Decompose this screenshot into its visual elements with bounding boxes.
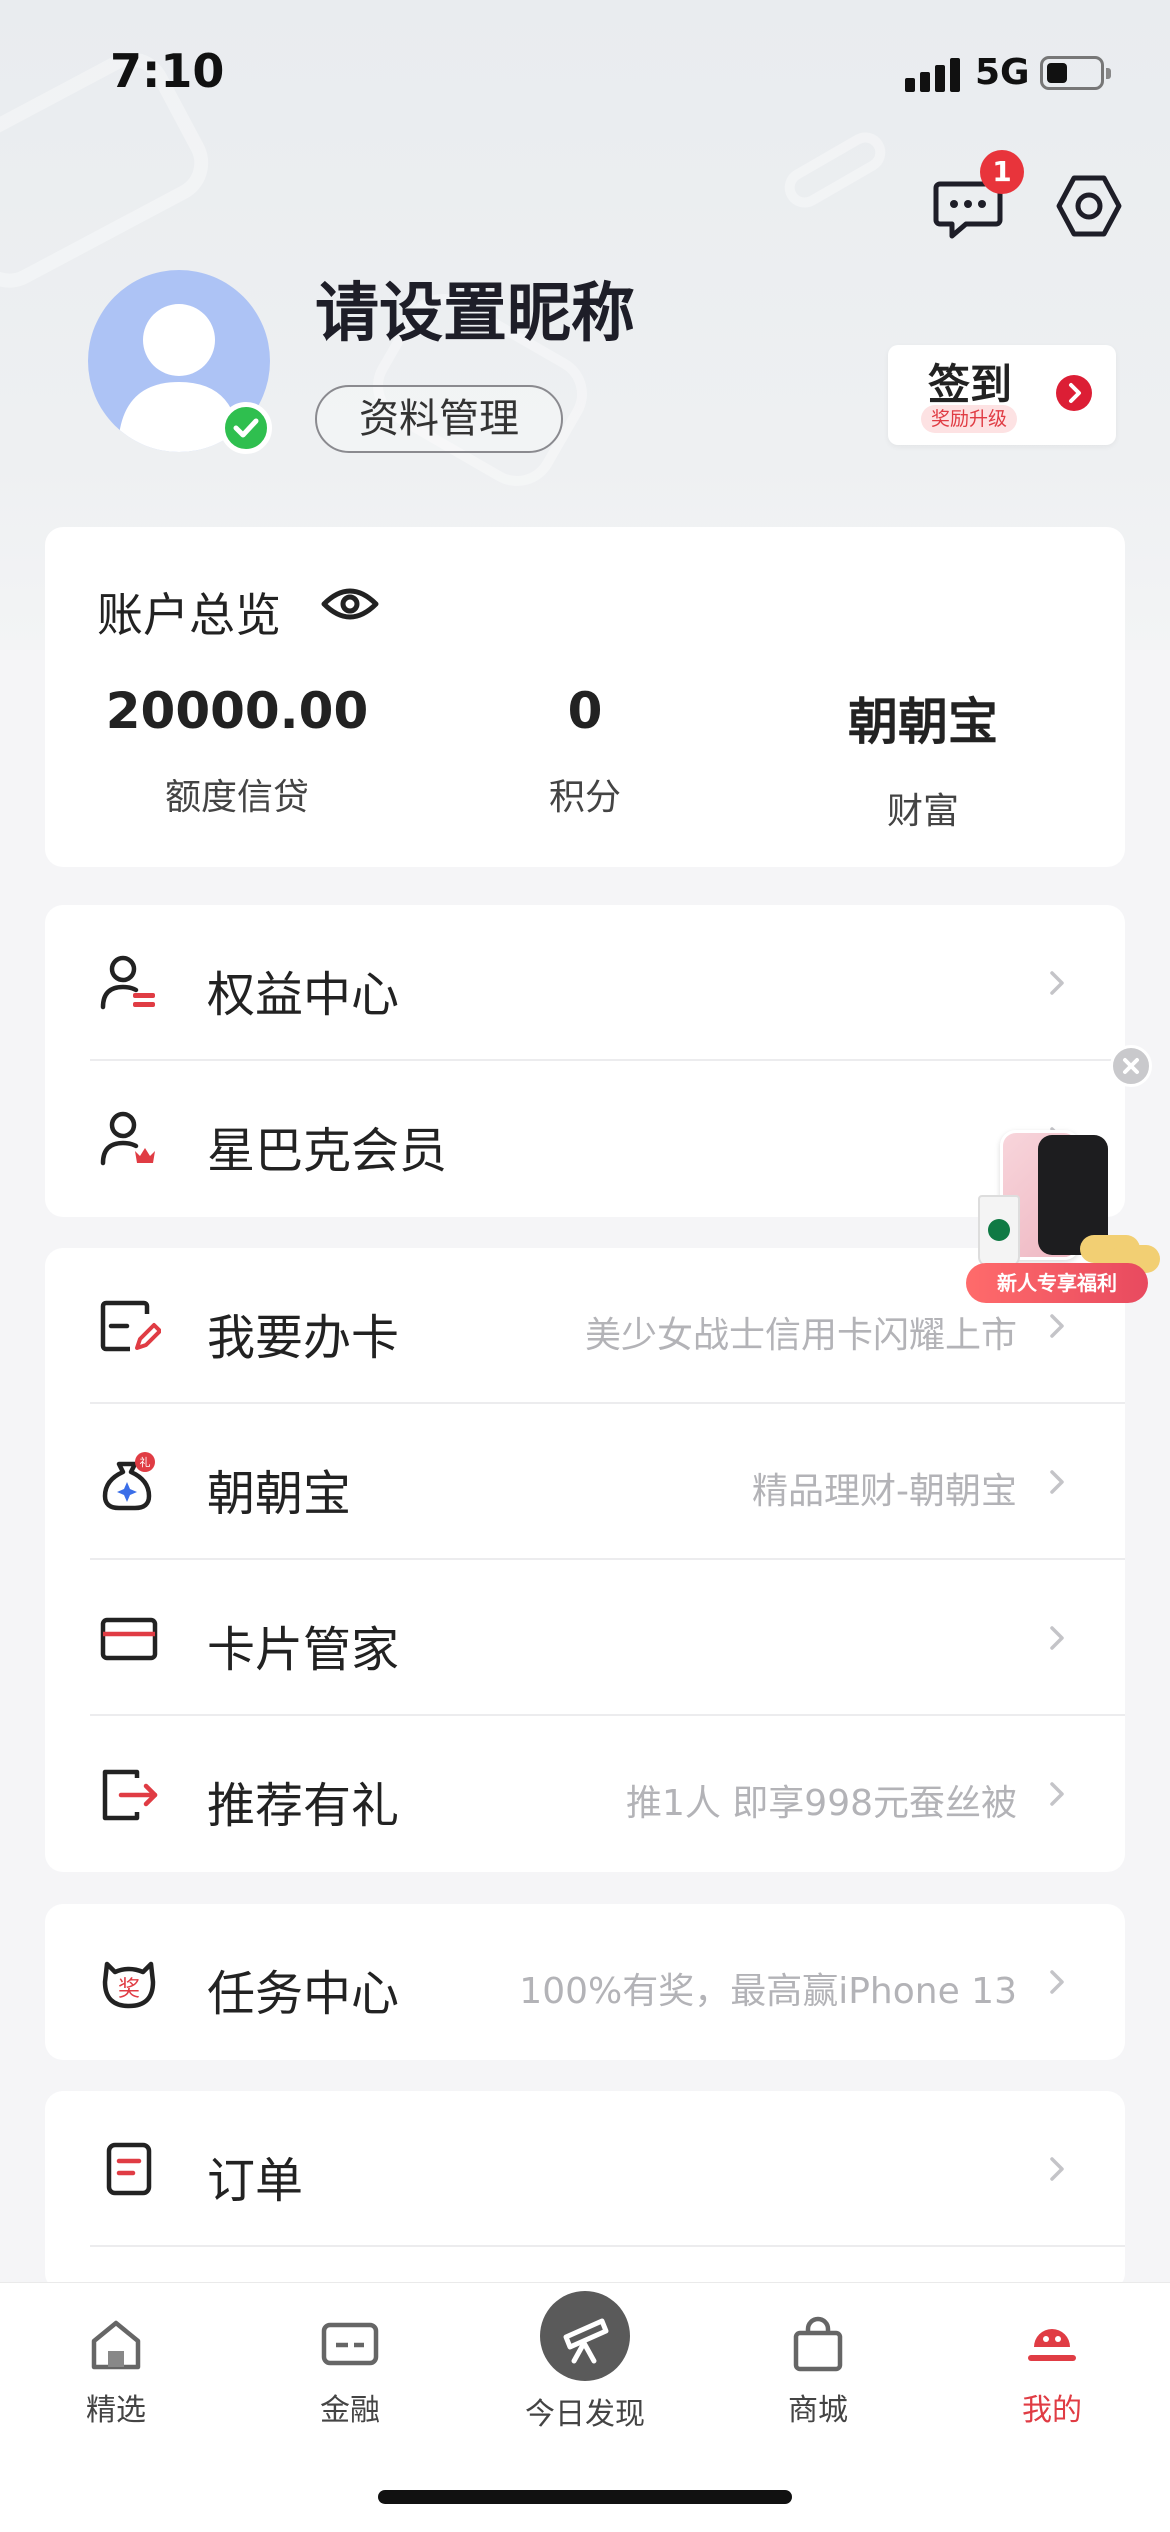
row-title: 权益中心 <box>207 967 400 1023</box>
tab-mall[interactable]: 商城 <box>738 2313 898 2433</box>
menu-row-task-center[interactable]: 奖 任务中心 100%有奖，最高赢iPhone 13 <box>45 1904 1125 2060</box>
tab-label: 精选 <box>86 2393 146 2428</box>
battery-icon <box>1040 56 1111 90</box>
menu-row-orders[interactable]: 订单 <box>45 2091 1125 2247</box>
chevron-right-icon <box>1056 375 1092 411</box>
tab-mine[interactable]: 我的 <box>972 2313 1132 2433</box>
stat-wealth[interactable]: 朝朝宝 财富 <box>753 682 1093 834</box>
row-title: 卡片管家 <box>207 1622 400 1678</box>
checkin-subtitle: 奖励升级 <box>921 405 1018 433</box>
nickname[interactable]: 请设置昵称 <box>315 262 635 354</box>
status-time: 7:10 <box>110 44 225 98</box>
shopping-bag-icon <box>793 2316 843 2372</box>
row-desc: 100%有奖，最高赢iPhone 13 <box>519 1971 1017 2012</box>
chevron-right-icon <box>1050 1970 1064 1994</box>
tab-label: 金融 <box>320 2393 380 2428</box>
row-title: 朝朝宝 <box>207 1466 352 1522</box>
money-bag-icon: 礼 <box>102 1452 155 1511</box>
menu-row-benefits[interactable]: 权益中心 <box>45 905 1125 1061</box>
services-card: 我要办卡 美少女战士信用卡闪耀上市 礼 朝朝宝 精品理财-朝朝宝 卡片管家 推荐… <box>45 1248 1125 1872</box>
row-title: 推荐有礼 <box>207 1778 400 1834</box>
reward-tiger-icon: 奖 <box>102 1961 156 2009</box>
network-label: 5G <box>975 52 1030 93</box>
row-title: 我要办卡 <box>207 1310 400 1366</box>
eye-icon[interactable] <box>320 579 380 629</box>
stat-value: 0 <box>567 682 603 740</box>
home-icon <box>91 2320 141 2370</box>
coffee-cup-image <box>978 1195 1020 1267</box>
stat-value: 朝朝宝 <box>848 693 998 751</box>
checkin-button[interactable]: 签到 奖励升级 <box>888 345 1116 445</box>
chevron-right-icon <box>1050 1470 1064 1494</box>
profile-manage-button[interactable]: 资料管理 <box>315 385 563 453</box>
stat-points[interactable]: 0 积分 <box>415 682 755 820</box>
tasks-card: 奖 任务中心 100%有奖，最高赢iPhone 13 <box>45 1904 1125 2060</box>
stat-label: 财富 <box>886 791 959 832</box>
telescope-icon <box>540 2291 630 2381</box>
verified-check-icon <box>220 402 272 454</box>
account-overview-card: 账户总览 20000.00 额度信贷 0 积分 朝朝宝 财富 <box>45 527 1125 867</box>
row-desc: 推1人 即享998元蚕丝被 <box>625 1783 1017 1824</box>
card-icon <box>321 2322 379 2366</box>
gift-badge: 礼 <box>140 1455 151 1469</box>
tab-label: 今日发现 <box>525 2397 645 2432</box>
tab-label: 我的 <box>1022 2393 1082 2428</box>
profile-icon <box>1028 2329 1076 2361</box>
tab-label: 商城 <box>788 2393 848 2428</box>
stat-label: 积分 <box>548 777 621 818</box>
reward-glyph: 奖 <box>118 1977 140 2002</box>
chevron-right-icon <box>1050 971 1064 995</box>
status-bar: 7:10 5G <box>0 0 1170 150</box>
user-crown-icon <box>100 1111 155 1166</box>
menu-row-zhaozhaobao[interactable]: 礼 朝朝宝 精品理财-朝朝宝 <box>45 1404 1125 1560</box>
orders-card: 订单 <box>45 2091 1125 2291</box>
home-indicator[interactable] <box>378 2490 792 2504</box>
share-exit-icon <box>102 1769 158 1821</box>
overview-title: 账户总览 <box>97 588 281 642</box>
tab-finance[interactable]: 金融 <box>270 2313 430 2433</box>
signal-icon <box>905 56 961 92</box>
promo-label: 新人专享福利 <box>966 1263 1148 1303</box>
menu-row-card-manager[interactable]: 卡片管家 <box>45 1560 1125 1716</box>
stat-value: 20000.00 <box>105 682 369 740</box>
row-title: 任务中心 <box>207 1966 400 2022</box>
row-title: 订单 <box>207 2153 304 2209</box>
tab-featured[interactable]: 精选 <box>36 2313 196 2433</box>
stat-credit[interactable]: 20000.00 额度信贷 <box>67 682 407 820</box>
checkin-title: 签到 <box>928 360 1013 409</box>
divider <box>90 2245 1125 2247</box>
row-desc: 精品理财-朝朝宝 <box>752 1471 1017 1512</box>
card-edit-icon <box>100 1300 161 1352</box>
menu-row-referral[interactable]: 推荐有礼 推1人 即享998元蚕丝被 <box>45 1716 1125 1872</box>
message-badge: 1 <box>980 150 1024 194</box>
chevron-right-icon <box>1050 2157 1064 2181</box>
chevron-right-icon <box>1050 1626 1064 1650</box>
user-card-icon <box>100 955 155 1010</box>
tab-discover[interactable]: 今日发现 <box>505 2291 665 2433</box>
stat-label: 额度信贷 <box>164 777 309 818</box>
chevron-right-icon <box>1050 1314 1064 1338</box>
settings-icon[interactable] <box>1055 172 1123 240</box>
close-icon[interactable] <box>1110 1045 1152 1087</box>
newcomer-promo-float[interactable]: 新人专享福利 <box>960 1045 1170 1305</box>
chevron-right-icon <box>1050 1782 1064 1806</box>
order-icon <box>106 2142 152 2196</box>
row-title: 星巴克会员 <box>207 1123 448 1179</box>
card-icon <box>100 1617 158 1661</box>
row-desc: 美少女战士信用卡闪耀上市 <box>584 1315 1017 1356</box>
